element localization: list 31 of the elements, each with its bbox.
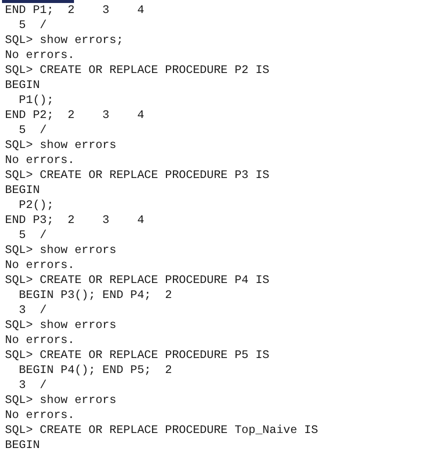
console-line: END P3; 2 3 4 (5, 213, 144, 228)
console-line: SQL> CREATE OR REPLACE PROCEDURE P4 IS (5, 273, 270, 288)
console-line: SQL> show errors (5, 318, 116, 333)
console-line: 5 / (18, 18, 47, 33)
console-line: BEGIN P3(); END P4; 2 (18, 288, 172, 303)
console-line: BEGIN (5, 438, 40, 453)
console-line: SQL> CREATE OR REPLACE PROCEDURE P2 IS (5, 63, 270, 78)
console-line: SQL> show errors (5, 393, 116, 408)
selection-bar (2, 0, 74, 3)
console-line: 5 / (18, 228, 47, 243)
console-line: SQL> show errors (5, 243, 116, 258)
console-line: END P2; 2 3 4 (5, 108, 144, 123)
console-line: No errors. (5, 333, 75, 348)
console-line: No errors. (5, 258, 75, 273)
console-line: P1(); (18, 93, 54, 108)
console-line: SQL> show errors; (5, 33, 124, 48)
console-line: SQL> CREATE OR REPLACE PROCEDURE Top_Naive IS (5, 423, 318, 438)
console-line: SQL> CREATE OR REPLACE PROCEDURE P3 IS (5, 168, 270, 183)
console-line: 3 / (18, 303, 47, 318)
console-line: No errors. (5, 408, 75, 423)
console-line: SQL> CREATE OR REPLACE PROCEDURE P5 IS (5, 348, 270, 363)
console-line: 3 / (18, 378, 47, 393)
console-line: SQL> show errors (5, 138, 116, 153)
console-line: BEGIN P4(); END P5; 2 (18, 363, 172, 378)
console-line: P2(); (18, 198, 54, 213)
console-line: END P1; 2 3 4 (5, 3, 144, 18)
console-line: BEGIN (5, 78, 40, 93)
console-line: 5 / (18, 123, 47, 138)
console-line: BEGIN (5, 183, 40, 198)
console-line: No errors. (5, 153, 75, 168)
console-line: No errors. (5, 48, 75, 63)
